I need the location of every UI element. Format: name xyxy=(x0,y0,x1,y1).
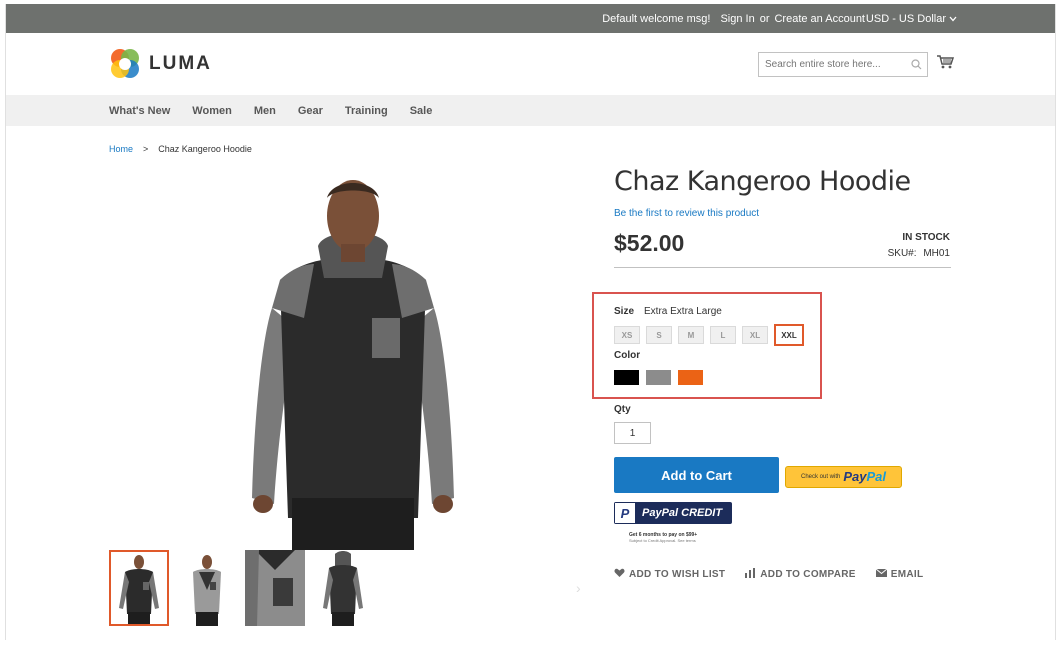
color-swatch-orange[interactable] xyxy=(678,370,703,385)
sku-label: SKU#: xyxy=(887,248,917,259)
product-title: Chaz Kangeroo Hoodie xyxy=(614,166,911,197)
paypal-credit-label: PayPal CREDIT xyxy=(642,507,723,519)
size-swatch-l[interactable]: L xyxy=(710,326,736,344)
bar-chart-icon xyxy=(745,568,756,581)
size-selected-value: Extra Extra Large xyxy=(644,306,722,317)
create-account-link[interactable]: Create an Account xyxy=(774,13,865,25)
logo-text: LUMA xyxy=(149,53,212,74)
breadcrumb-current: Chaz Kangeroo Hoodie xyxy=(158,144,252,154)
luma-logo-icon xyxy=(111,49,139,78)
color-label: Color xyxy=(614,350,641,361)
size-swatch-s[interactable]: S xyxy=(646,326,672,344)
paypal-logo-pal: Pal xyxy=(866,469,886,484)
currency-switcher[interactable]: USD - US Dollar xyxy=(866,4,957,33)
size-label: Size xyxy=(614,306,635,317)
add-to-wishlist-link[interactable]: ADD TO WISH LIST xyxy=(614,568,725,581)
paypal-logo-pay: Pay xyxy=(843,469,867,484)
nav-item-women[interactable]: Women xyxy=(192,105,232,117)
main-navigation: What's New Women Men Gear Training Sale xyxy=(6,95,1055,126)
breadcrumb-home[interactable]: Home xyxy=(109,144,133,154)
qty-label: Qty xyxy=(614,404,631,415)
color-swatches xyxy=(614,370,703,385)
paypal-checkout-button[interactable]: Check out with PayPal xyxy=(785,466,902,488)
thumbnail-strip xyxy=(109,550,373,626)
search-input[interactable] xyxy=(759,59,905,70)
chevron-right-icon[interactable]: › xyxy=(576,580,581,596)
thumbnail-back[interactable] xyxy=(313,550,373,626)
color-swatch-gray[interactable] xyxy=(646,370,671,385)
welcome-message: Default welcome msg! xyxy=(602,12,711,25)
envelope-icon xyxy=(875,568,888,580)
chevron-down-icon xyxy=(949,13,957,25)
sku-value: MH01 xyxy=(923,248,950,259)
heart-icon xyxy=(614,568,625,581)
paypal-p-icon: P xyxy=(614,502,636,524)
email-link[interactable]: EMAIL xyxy=(875,568,924,581)
compare-label: ADD TO COMPARE xyxy=(760,569,856,580)
qty-input[interactable]: 1 xyxy=(614,422,651,444)
product-main-image[interactable] xyxy=(232,168,474,550)
color-swatch-black[interactable] xyxy=(614,370,639,385)
product-actions: ADD TO WISH LIST ADD TO COMPARE EMAIL xyxy=(614,568,923,581)
product-price: $52.00 xyxy=(614,230,685,256)
add-to-compare-link[interactable]: ADD TO COMPARE xyxy=(745,568,856,581)
top-bar: Default welcome msg! Sign In or Create a… xyxy=(6,4,1055,33)
currency-label: USD - US Dollar xyxy=(865,12,946,25)
browser-viewport: Default welcome msg! Sign In or Create a… xyxy=(5,4,1056,640)
thumbnail-front[interactable] xyxy=(109,550,169,626)
size-swatch-xs[interactable]: XS xyxy=(614,326,640,344)
luma-logo[interactable]: LUMA xyxy=(109,48,212,80)
paypal-checkout-text: Check out with xyxy=(800,474,841,480)
nav-item-training[interactable]: Training xyxy=(345,105,388,117)
size-swatch-xxl[interactable]: XXL xyxy=(774,324,804,346)
or-text: or xyxy=(759,12,770,25)
size-swatch-m[interactable]: M xyxy=(678,326,704,344)
product-sku: SKU#: MH01 xyxy=(888,248,950,259)
nav-item-gear[interactable]: Gear xyxy=(298,105,323,117)
wishlist-label: ADD TO WISH LIST xyxy=(629,569,726,580)
header-links: Default welcome msg! Sign In or Create a… xyxy=(602,4,865,33)
search-icon[interactable] xyxy=(905,59,927,70)
email-label: EMAIL xyxy=(890,569,924,580)
size-swatch-xl[interactable]: XL xyxy=(742,326,768,344)
cart-icon[interactable] xyxy=(936,54,955,72)
size-swatches: XS S M L XL XXL xyxy=(614,324,804,346)
divider xyxy=(614,267,951,268)
search-box[interactable] xyxy=(758,52,928,77)
credit-terms[interactable]: Subject to Credit Approval. See terms xyxy=(629,538,696,543)
stock-status: IN STOCK xyxy=(902,232,950,243)
thumbnail-side[interactable] xyxy=(177,550,237,626)
paypal-credit-button[interactable]: P PayPal CREDIT xyxy=(614,502,732,524)
nav-item-men[interactable]: Men xyxy=(254,105,276,117)
sign-in-link[interactable]: Sign In xyxy=(720,13,754,25)
review-link[interactable]: Be the first to review this product xyxy=(614,208,759,219)
add-to-cart-button[interactable]: Add to Cart xyxy=(614,457,779,493)
breadcrumb: Home > Chaz Kangeroo Hoodie xyxy=(109,144,252,154)
paypal-logo: PayPal xyxy=(843,468,886,486)
breadcrumb-separator: > xyxy=(143,144,149,154)
thumbnail-detail[interactable] xyxy=(245,550,305,626)
site-header: LUMA xyxy=(6,33,1055,95)
nav-item-whats-new[interactable]: What's New xyxy=(109,105,170,117)
nav-item-sale[interactable]: Sale xyxy=(410,105,433,117)
